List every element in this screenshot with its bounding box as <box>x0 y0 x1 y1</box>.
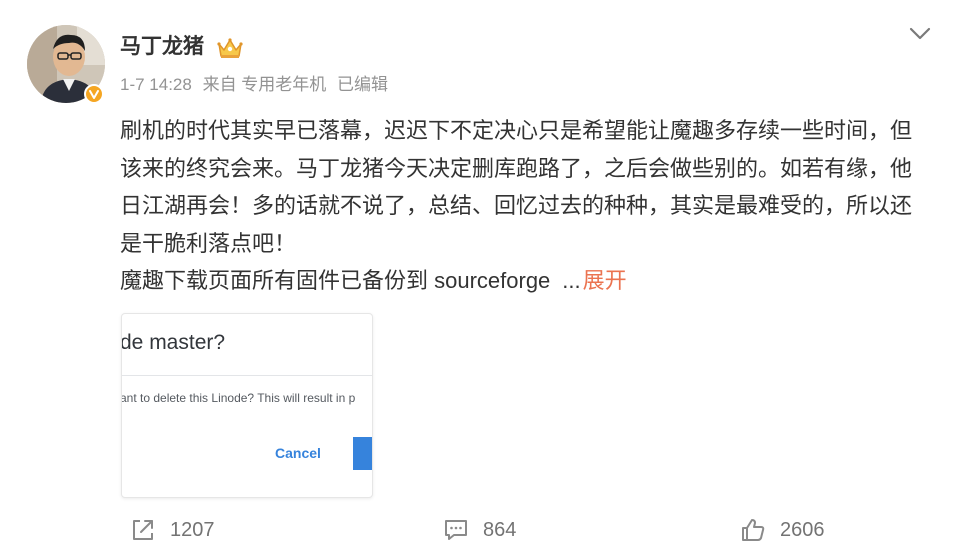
post-meta: 1-7 14:28 来自 专用老年机 已编辑 <box>120 74 394 96</box>
chevron-down-icon[interactable] <box>904 20 936 46</box>
post-content: 刷机的时代其实早已落幕，迟迟下不定决心只是希望能让魔趣多存续一些时间，但该来的终… <box>120 112 920 300</box>
post-text: 刷机的时代其实早已落幕，迟迟下不定决心只是希望能让魔趣多存续一些时间，但该来的终… <box>120 118 913 256</box>
post-text-sourceforge: 魔趣下载页面所有固件已备份到 sourceforge <box>120 268 551 293</box>
ellipsis: ... <box>562 268 581 293</box>
post-text-line2: 魔趣下载页面所有固件已备份到 sourceforge ...展开 <box>120 262 920 300</box>
post-time[interactable]: 1-7 14:28 <box>120 75 192 94</box>
expand-link[interactable]: 展开 <box>583 268 627 293</box>
crown-icon[interactable] <box>216 36 244 60</box>
dialog-primary-button <box>353 437 372 470</box>
verified-v-icon <box>84 84 104 104</box>
like-button[interactable]: 2606 <box>740 515 825 545</box>
dialog-text: ant to delete this Linode? This will res… <box>121 391 356 405</box>
repost-icon <box>133 520 153 540</box>
user-name[interactable]: 马丁龙猪 <box>120 33 204 61</box>
post-source: 来自 专用老年机 <box>202 75 327 94</box>
comment-button[interactable]: 864 <box>443 515 516 545</box>
dialog-cancel-label: Cancel <box>275 445 321 461</box>
post-image[interactable]: de master? ant to delete this Linode? Th… <box>121 313 373 498</box>
comment-icon <box>445 520 467 540</box>
repost-count: 1207 <box>170 518 215 541</box>
repost-button[interactable]: 1207 <box>130 515 215 545</box>
thumbs-up-icon <box>742 519 765 541</box>
dialog-title: de master? <box>121 331 226 354</box>
comment-count: 864 <box>483 518 517 541</box>
like-count: 2606 <box>780 518 825 541</box>
weibo-post-card: 马丁龙猪 1-7 14:28 来自 专用老年机 已编辑 刷机的时代其实早已落幕，… <box>0 0 961 559</box>
edited-label[interactable]: 已编辑 <box>337 75 388 94</box>
dialog-divider <box>122 375 372 376</box>
